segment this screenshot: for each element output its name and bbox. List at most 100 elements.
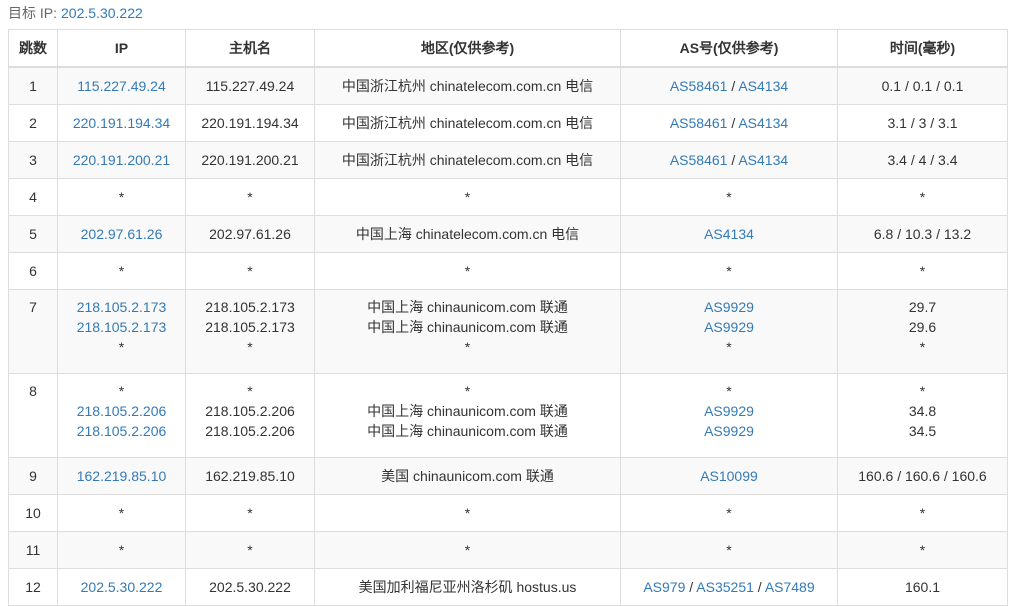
as-link[interactable]: AS9929 — [704, 319, 754, 335]
hostname-text: 202.97.61.26 — [209, 226, 291, 242]
time-text: 6.8 / 10.3 / 13.2 — [873, 226, 972, 242]
as-link[interactable]: AS4134 — [738, 78, 788, 94]
ip-cell: * 218.105.2.206 218.105.2.206 — [57, 373, 186, 458]
region-text: * — [464, 189, 471, 205]
as-link[interactable]: AS4134 — [704, 226, 754, 242]
table-row: 8 * 218.105.2.206 218.105.2.206 * 218.105.2.2… — [8, 373, 1008, 458]
hostname-cell: * 218.105.2.206 218.105.2.206 — [185, 373, 315, 458]
ip-link[interactable]: 115.227.49.24 — [59, 76, 185, 96]
as-cell: AS9929 AS9929 * — [620, 289, 838, 374]
as-placeholder: * — [726, 339, 732, 355]
as-link[interactable]: AS9929 — [704, 299, 754, 315]
as-line: AS10099 — [622, 466, 837, 486]
target-ip-value[interactable]: 202.5.30.222 — [61, 5, 143, 21]
region-text: * — [464, 263, 471, 279]
header-ip: IP — [57, 29, 186, 68]
time-text: 34.5 — [908, 423, 937, 439]
region-cell: * 中国上海 chinaunicom.com 联通 中国上海 chinaunicom… — [314, 373, 621, 458]
hostname-text: * — [247, 542, 253, 558]
as-link[interactable]: AS9929 — [704, 403, 754, 419]
as-line: AS9929 — [622, 421, 837, 441]
as-link[interactable]: AS9929 — [704, 423, 754, 439]
time-text: * — [919, 189, 926, 205]
table-row: 6 * * * * * — [8, 252, 1008, 290]
ip-cell: * — [57, 178, 186, 216]
region-text: 中国浙江杭州 chinatelecom.com.cn 电信 — [341, 152, 594, 168]
as-link[interactable]: AS4134 — [738, 115, 788, 131]
time-text: 29.7 — [908, 299, 937, 315]
hop-cell: 3 — [8, 141, 58, 179]
region-cell: 中国浙江杭州 chinatelecom.com.cn 电信 — [314, 141, 621, 179]
ip-link[interactable]: 202.97.61.26 — [59, 224, 185, 244]
ip-placeholder: * — [118, 263, 125, 279]
ip-placeholder: * — [118, 505, 125, 521]
ip-link[interactable]: 202.5.30.222 — [59, 577, 185, 597]
hostname-cell: 115.227.49.24 — [185, 66, 315, 105]
time-text: * — [919, 263, 926, 279]
ip-placeholder: * — [118, 189, 125, 205]
table-header-row: 跳数 IP 主机名 地区(仅供参考) AS号(仅供参考) 时间(毫秒) — [8, 29, 1008, 68]
as-link[interactable]: AS4134 — [738, 152, 788, 168]
as-line: * — [622, 503, 837, 523]
ip-link[interactable]: 220.191.200.21 — [59, 150, 185, 170]
target-ip-line: 目标 IP: 202.5.30.222 — [8, 3, 143, 23]
time-text: * — [919, 505, 926, 521]
ip-placeholder: * — [118, 339, 125, 355]
hostname-cell: * — [185, 178, 315, 216]
hop-cell: 7 — [8, 289, 58, 374]
header-region: 地区(仅供参考) — [314, 29, 621, 68]
as-link[interactable]: AS35251 — [696, 579, 754, 595]
ip-link[interactable]: 218.105.2.173 — [59, 317, 185, 337]
time-cell: 3.4 / 4 / 3.4 — [837, 141, 1008, 179]
region-text: * — [464, 339, 471, 355]
hostname-text: 218.105.2.173 — [205, 319, 295, 335]
as-link[interactable]: AS979 — [643, 579, 685, 595]
as-line: AS58461 / AS4134 — [622, 113, 837, 133]
hop-cell: 6 — [8, 252, 58, 290]
ip-link[interactable]: 218.105.2.206 — [59, 401, 185, 421]
ip-cell: * — [57, 252, 186, 290]
ip-link[interactable]: 218.105.2.173 — [59, 297, 185, 317]
ip-cell: 162.219.85.10 — [57, 457, 186, 495]
ip-link[interactable]: 218.105.2.206 — [59, 421, 185, 441]
as-cell: AS979 / AS35251 / AS7489 — [620, 568, 838, 606]
as-cell: * AS9929 AS9929 — [620, 373, 838, 458]
as-link[interactable]: AS58461 — [670, 78, 728, 94]
hop-cell: 11 — [8, 531, 58, 569]
header-as: AS号(仅供参考) — [620, 29, 838, 68]
as-link[interactable]: AS58461 — [670, 152, 728, 168]
region-cell: 中国浙江杭州 chinatelecom.com.cn 电信 — [314, 66, 621, 105]
ip-cell: 115.227.49.24 — [57, 66, 186, 105]
as-placeholder: * — [726, 505, 732, 521]
time-text: 3.4 / 4 / 3.4 — [887, 152, 958, 168]
hostname-cell: 202.97.61.26 — [185, 215, 315, 253]
as-link[interactable]: AS7489 — [765, 579, 815, 595]
ip-cell: 202.97.61.26 — [57, 215, 186, 253]
as-link[interactable]: AS58461 — [670, 115, 728, 131]
hop-cell: 9 — [8, 457, 58, 495]
region-text: 中国上海 chinaunicom.com 联通 — [367, 299, 568, 315]
region-text: 中国上海 chinaunicom.com 联通 — [367, 319, 568, 335]
as-line: AS4134 — [622, 224, 837, 244]
time-cell: * — [837, 494, 1008, 532]
time-cell: 0.1 / 0.1 / 0.1 — [837, 66, 1008, 105]
time-text: 160.6 / 160.6 / 160.6 — [858, 468, 987, 484]
time-cell: 3.1 / 3 / 3.1 — [837, 104, 1008, 142]
hostname-text: 218.105.2.206 — [205, 403, 295, 419]
ip-link[interactable]: 162.219.85.10 — [59, 466, 185, 486]
traceroute-table: 跳数 IP 主机名 地区(仅供参考) AS号(仅供参考) 时间(毫秒) 1 115… — [8, 29, 1008, 606]
as-link[interactable]: AS10099 — [700, 468, 758, 484]
time-text: 3.1 / 3 / 3.1 — [887, 115, 958, 131]
as-line: * — [622, 261, 837, 281]
hostname-cell: * — [185, 252, 315, 290]
region-cell: 中国上海 chinaunicom.com 联通 中国上海 chinaunicom.… — [314, 289, 621, 374]
hop-cell: 4 — [8, 178, 58, 216]
region-text: 中国上海 chinatelecom.com.cn 电信 — [355, 226, 580, 242]
ip-link[interactable]: 220.191.194.34 — [59, 113, 185, 133]
header-hostname: 主机名 — [185, 29, 315, 68]
region-text: * — [464, 542, 471, 558]
target-ip-label: 目标 IP: — [8, 5, 58, 21]
ip-cell: * — [57, 494, 186, 532]
hostname-text: 218.105.2.173 — [205, 299, 295, 315]
time-text: 160.1 — [904, 579, 941, 595]
